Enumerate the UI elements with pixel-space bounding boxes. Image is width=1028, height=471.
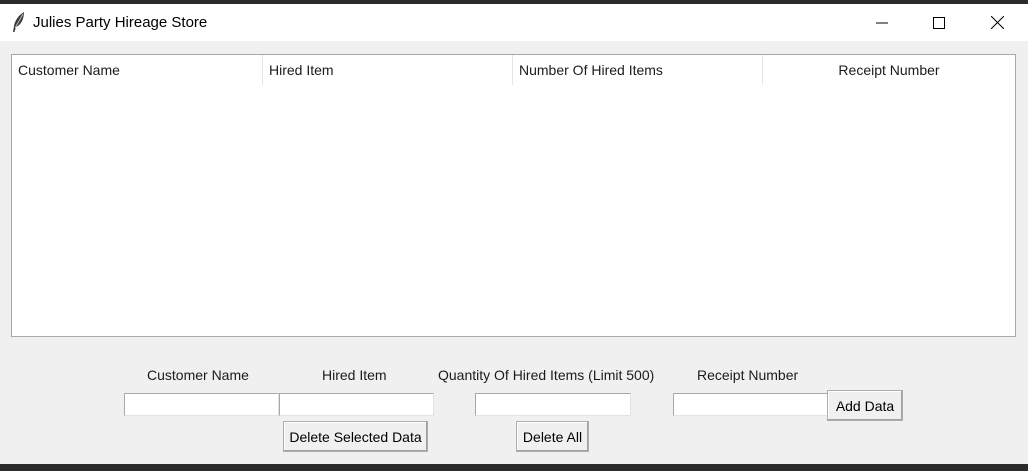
customer-name-label: Customer Name [147,367,249,383]
close-icon [990,16,1004,29]
taskbar-edge [0,464,1028,471]
maximize-icon [933,16,945,29]
customer-name-input[interactable] [124,393,279,416]
minimize-icon [876,22,888,23]
column-header-hired-item[interactable]: Hired Item [263,55,513,85]
hire-records-table[interactable]: Customer Name Hired Item Number Of Hired… [11,54,1016,337]
column-header-customer-name[interactable]: Customer Name [12,55,263,85]
window-title: Julies Party Hireage Store [33,14,208,31]
close-button[interactable] [968,4,1026,41]
add-data-button[interactable]: Add Data [827,390,903,421]
receipt-number-input[interactable] [673,393,828,416]
quantity-label: Quantity Of Hired Items (Limit 500) [438,367,655,383]
column-header-receipt-number[interactable]: Receipt Number [763,55,1015,85]
column-header-number-of-hired-items[interactable]: Number Of Hired Items [513,55,763,85]
receipt-number-label: Receipt Number [697,367,799,383]
delete-selected-button[interactable]: Delete Selected Data [283,421,428,452]
minimize-button[interactable] [853,4,911,41]
quantity-input[interactable] [475,393,631,416]
feather-icon [10,11,28,33]
maximize-button[interactable] [910,4,968,41]
hired-item-input[interactable] [279,393,434,416]
table-header: Customer Name Hired Item Number Of Hired… [12,55,1015,85]
delete-all-button[interactable]: Delete All [516,421,589,452]
hired-item-label: Hired Item [322,367,387,383]
title-bar[interactable]: Julies Party Hireage Store [0,4,1028,41]
